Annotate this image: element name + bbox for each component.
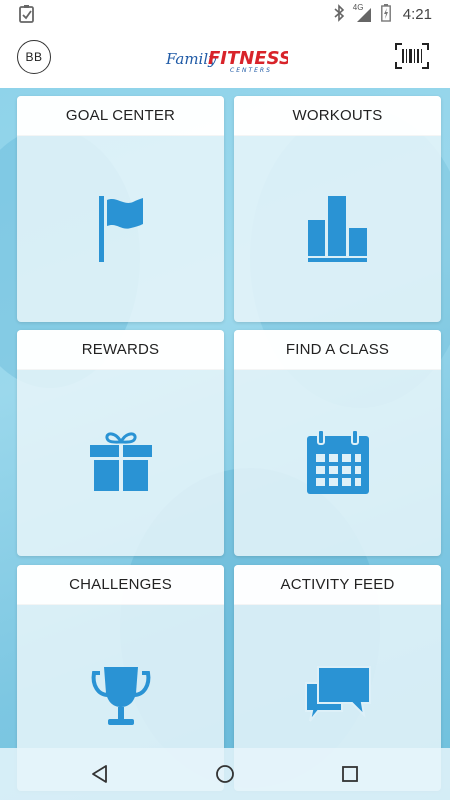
bluetooth-icon <box>333 3 345 25</box>
tile-label: ACTIVITY FEED <box>234 565 441 605</box>
tile-label: CHALLENGES <box>17 565 224 605</box>
home-icon[interactable] <box>213 762 237 786</box>
recents-icon[interactable] <box>338 762 362 786</box>
svg-text:FITNESS: FITNESS <box>208 48 288 69</box>
back-icon[interactable] <box>88 762 112 786</box>
tile-label: FIND A CLASS <box>234 330 441 370</box>
dashboard-background: GOAL CENTER WORKOUTS REWARDS FIND A CLAS… <box>0 88 450 800</box>
avatar-initials: BB <box>25 50 43 64</box>
tile-workouts[interactable]: WORKOUTS <box>234 96 441 322</box>
status-bar: 4G 4:21 <box>0 0 450 28</box>
chat-bubbles-icon <box>304 665 372 730</box>
tile-label: REWARDS <box>17 330 224 370</box>
notification-clipboard-icon <box>18 4 38 24</box>
tile-rewards[interactable]: REWARDS <box>17 330 224 556</box>
family-fitness-logo: Family FITNESS CENTERS <box>164 42 292 76</box>
tile-label: GOAL CENTER <box>17 96 224 136</box>
calendar-icon <box>306 429 369 499</box>
signal-icon: 4G <box>353 3 373 23</box>
svg-text:CENTERS: CENTERS <box>230 67 272 74</box>
tile-goal-center[interactable]: GOAL CENTER <box>17 96 224 322</box>
tile-label: WORKOUTS <box>234 96 441 136</box>
system-nav-bar <box>0 748 450 800</box>
barcode-button[interactable] <box>394 42 430 70</box>
tile-find-a-class[interactable]: FIND A CLASS <box>234 330 441 556</box>
trophy-icon <box>90 665 152 734</box>
barcode-icon <box>395 43 429 69</box>
app-bar: BB Family FITNESS CENTERS <box>0 28 450 88</box>
battery-icon <box>380 3 391 25</box>
status-time: 4:21 <box>402 5 432 23</box>
avatar[interactable]: BB <box>17 40 51 74</box>
bar-chart-icon <box>306 196 370 267</box>
gift-icon <box>89 430 152 497</box>
flag-icon <box>97 196 145 267</box>
